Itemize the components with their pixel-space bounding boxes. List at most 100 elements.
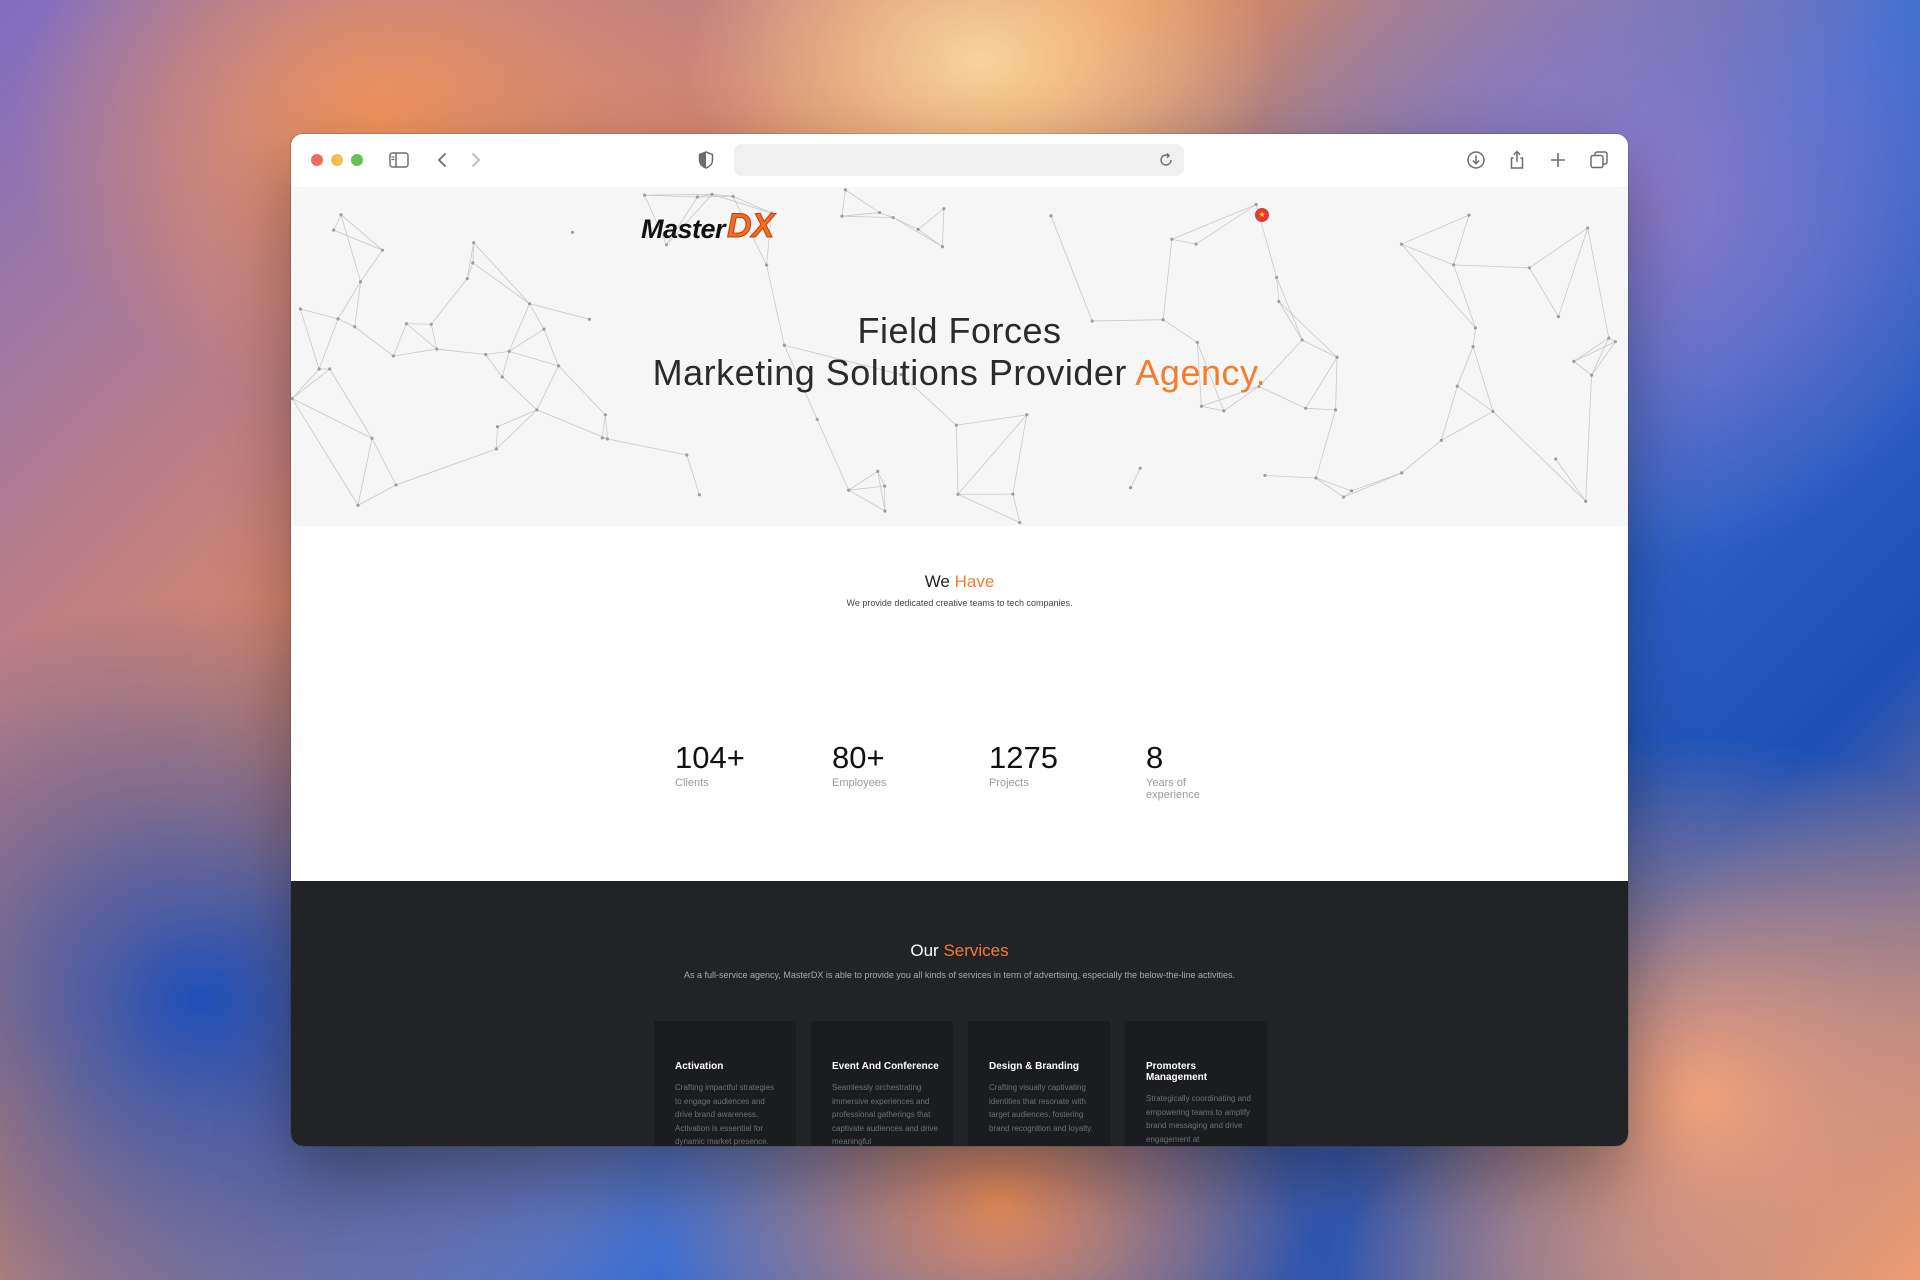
stat-value: 8 (1146, 740, 1164, 775)
stat-label: Years of experience (1146, 777, 1200, 801)
service-card-activation[interactable]: Activation Crafting impactful strategies… (654, 1021, 796, 1146)
service-card-title: Promoters Management (1146, 1061, 1208, 1083)
network-node (605, 437, 610, 441)
network-line (917, 208, 945, 230)
network-node (764, 263, 769, 267)
close-window-button[interactable] (311, 154, 323, 166)
services-heading-plain: Our (910, 941, 944, 960)
browser-window: Master DX ★ Field Forces Marketing Solut… (291, 134, 1628, 1146)
network-node (1400, 471, 1404, 475)
new-tab-icon[interactable] (1546, 148, 1570, 172)
network-line (1171, 238, 1197, 245)
network-line (848, 489, 886, 512)
network-node (380, 248, 385, 252)
network-node (1349, 489, 1354, 493)
service-card-description: Seamlessly orchestrating immersive exper… (832, 1083, 938, 1146)
network-node (840, 214, 844, 218)
network-line (1201, 405, 1224, 412)
network-node (1586, 226, 1590, 230)
network-line (1558, 227, 1589, 317)
we-have-heading-plain: We (924, 572, 955, 591)
network-line (841, 212, 880, 217)
network-line (1492, 411, 1586, 502)
network-node (339, 213, 343, 217)
network-line (879, 212, 894, 218)
network-node (1254, 202, 1258, 207)
stat-label: Clients (675, 777, 709, 789)
hero-title: Field Forces Marketing Solutions Provide… (291, 310, 1628, 394)
network-node (370, 436, 374, 440)
service-card-title: Design & Branding (989, 1061, 1080, 1072)
network-node (843, 188, 848, 192)
sidebar-icon[interactable] (387, 148, 411, 172)
share-icon[interactable] (1505, 148, 1529, 172)
network-node (535, 408, 539, 412)
network-node (356, 503, 360, 507)
network-line (686, 454, 700, 495)
network-node (697, 493, 701, 497)
network-node (1275, 275, 1279, 280)
reload-icon[interactable] (1154, 148, 1178, 172)
network-line (357, 484, 397, 506)
stat-label: Projects (989, 777, 1029, 789)
network-line (841, 189, 846, 217)
network-node (642, 193, 647, 197)
network-line (536, 409, 608, 440)
network-node (1314, 476, 1318, 480)
network-line (1453, 264, 1530, 269)
network-node (1128, 486, 1133, 490)
privacy-shield-icon[interactable] (694, 148, 718, 172)
network-line (1162, 239, 1173, 320)
network-node (1333, 408, 1338, 412)
network-line (816, 419, 850, 491)
network-node (1342, 495, 1346, 499)
network-line (340, 214, 383, 251)
tabs-overview-icon[interactable] (1587, 148, 1611, 172)
address-bar[interactable] (734, 144, 1184, 176)
service-card-title: Event And Conference (832, 1061, 939, 1072)
network-node (1527, 266, 1531, 270)
we-have-section: We Have We provide dedicated creative te… (291, 526, 1628, 881)
service-card-promoters[interactable]: Promoters Management Strategically coord… (1125, 1021, 1267, 1146)
download-icon[interactable] (1464, 148, 1488, 172)
network-node (358, 280, 363, 284)
network-node (878, 210, 882, 215)
network-line (957, 493, 1020, 523)
network-node (695, 195, 700, 199)
hero-title-line1: Field Forces (857, 310, 1062, 351)
network-node (876, 469, 880, 473)
network-line (360, 249, 383, 283)
network-node (1199, 404, 1204, 408)
network-node (1491, 409, 1495, 414)
network-line (957, 414, 1028, 495)
site-logo[interactable]: Master DX (641, 203, 775, 244)
we-have-heading-accent: Have (954, 572, 995, 591)
network-line (841, 215, 894, 218)
network-node (1584, 499, 1588, 503)
we-have-subtitle: We provide dedicated creative teams to t… (846, 598, 1073, 608)
service-card-event[interactable]: Event And Conference Seamlessly orchestr… (811, 1021, 953, 1146)
network-line (877, 471, 886, 512)
we-have-heading: We Have (291, 572, 1628, 592)
network-node (472, 241, 476, 245)
network-node (394, 483, 398, 487)
service-card-description: Strategically coordinating and empowerin… (1146, 1094, 1251, 1144)
vietnam-flag-icon[interactable]: ★ (1255, 208, 1269, 222)
back-icon[interactable] (431, 148, 455, 172)
network-line (1305, 407, 1336, 411)
service-card-design[interactable]: Design & Branding Crafting visually capt… (968, 1021, 1110, 1146)
network-node (847, 488, 851, 492)
network-node (603, 413, 607, 417)
network-line (496, 409, 538, 450)
zoom-window-button[interactable] (351, 154, 363, 166)
network-node (883, 484, 887, 488)
network-line (1351, 472, 1402, 492)
network-node (494, 447, 498, 451)
network-line (472, 262, 530, 305)
network-node (495, 425, 500, 429)
network-line (495, 426, 498, 450)
network-line (892, 217, 943, 248)
minimize-window-button[interactable] (331, 154, 343, 166)
network-line (1453, 214, 1470, 266)
forward-icon[interactable] (463, 148, 487, 172)
